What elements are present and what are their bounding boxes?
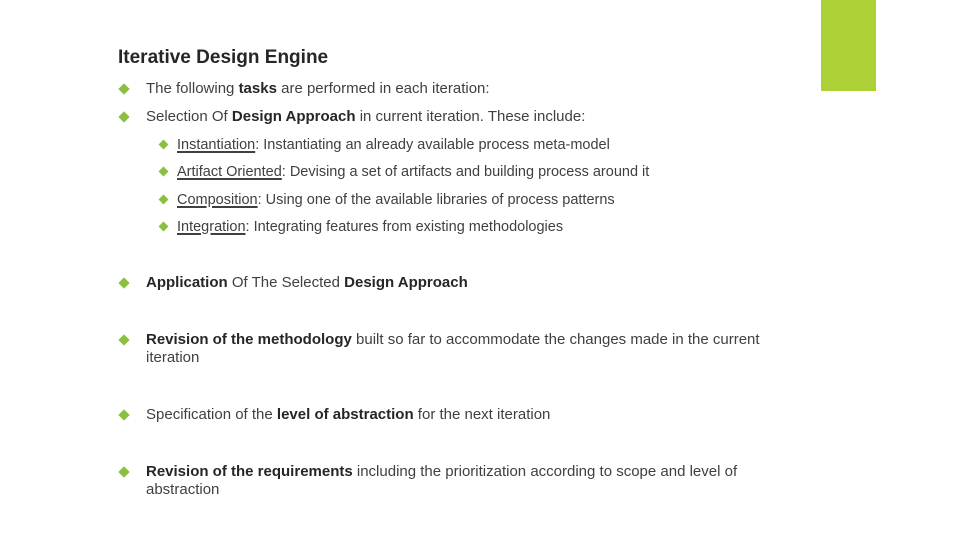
bullet-selection-of-design-approach: Selection Of Design Approach in current … — [118, 108, 806, 126]
sub-bullet-integration: Integration: Integrating features from e… — [158, 218, 797, 236]
sub-bullet-composition: Composition: Using one of the available … — [158, 191, 797, 209]
term-instantiation: Instantiation — [177, 137, 256, 153]
diamond-bullet-icon — [118, 466, 130, 478]
term-composition: Composition — [177, 192, 258, 208]
accent-bar — [821, 0, 876, 91]
diamond-bullet-icon — [158, 139, 169, 150]
term-artifact-oriented: Artifact Oriented — [177, 164, 282, 180]
sub-bullet-artifact-oriented: Artifact Oriented: Devising a set of art… — [158, 163, 797, 181]
diamond-bullet-icon — [158, 194, 169, 205]
sub-bullet-instantiation: Instantiation: Instantiating an already … — [158, 136, 797, 154]
diamond-bullet-icon — [118, 334, 130, 346]
slide-title: Iterative Design Engine — [118, 47, 329, 68]
bullet-specification: Specification of the level of abstractio… — [118, 406, 806, 424]
bullet-application: Application Of The Selected Design Appro… — [118, 274, 806, 292]
diamond-bullet-icon — [118, 111, 130, 123]
term-integration: Integration — [177, 219, 246, 235]
diamond-bullet-icon — [118, 409, 130, 421]
bullet-revision-requirements: Revision of the requirements including t… — [118, 463, 806, 499]
bullet-revision-methodology: Revision of the methodology built so far… — [118, 331, 796, 367]
diamond-bullet-icon — [118, 83, 130, 95]
diamond-bullet-icon — [158, 166, 169, 177]
diamond-bullet-icon — [118, 277, 130, 289]
diamond-bullet-icon — [158, 221, 169, 232]
bullet-tasks: The following tasks are performed in eac… — [118, 80, 806, 98]
